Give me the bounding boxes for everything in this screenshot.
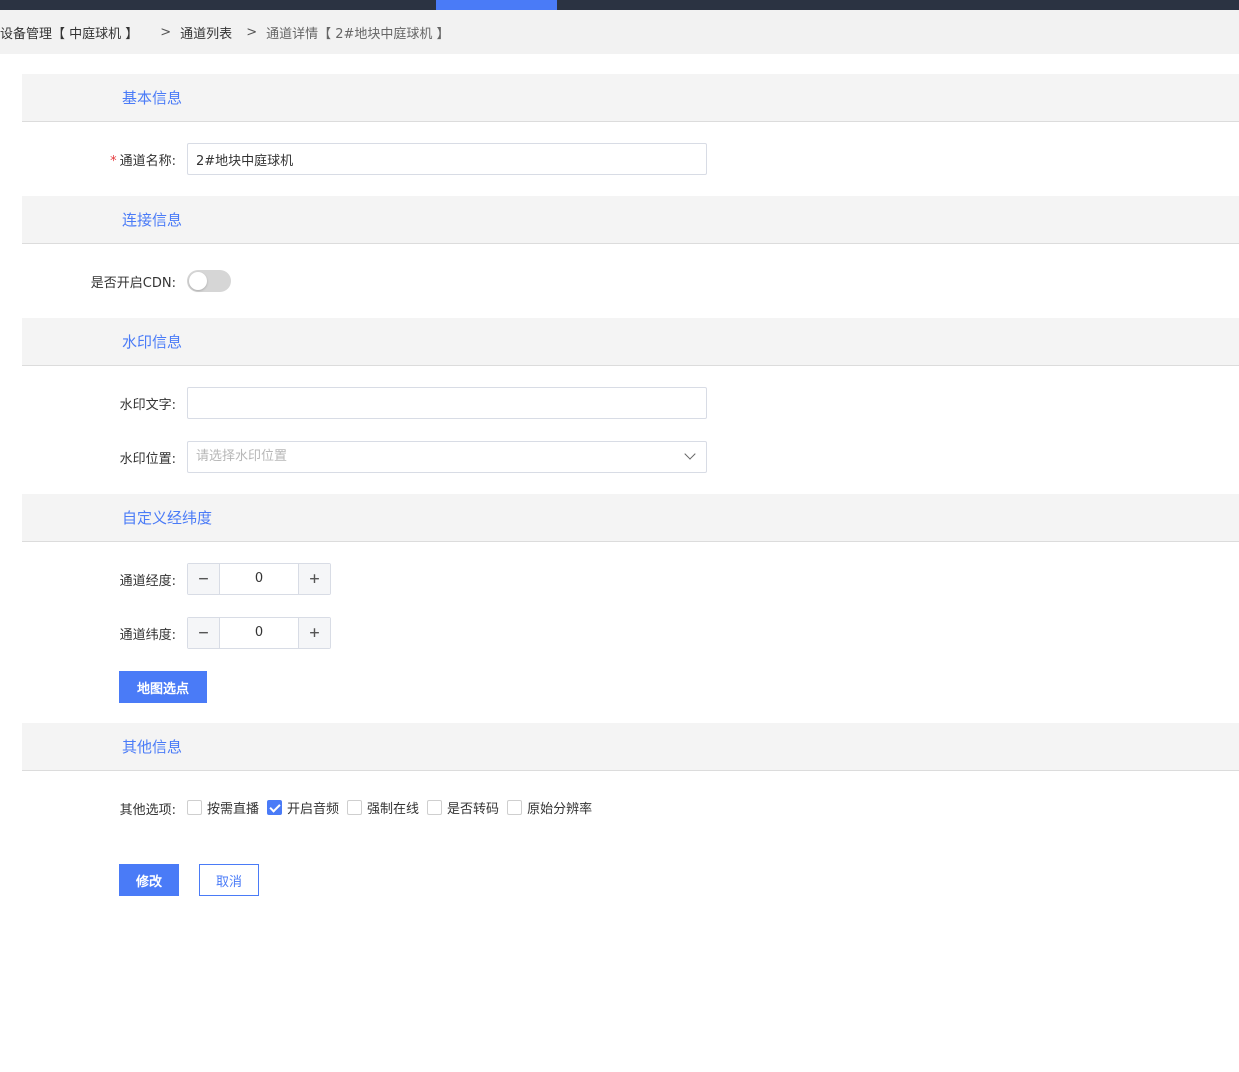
checkbox-checked[interactable] bbox=[267, 800, 283, 815]
section-connection-info: 连接信息 bbox=[22, 196, 1239, 244]
option-label: 强制在线 bbox=[367, 802, 420, 817]
latitude-stepper: − 0 + bbox=[187, 617, 331, 649]
watermark-position-select[interactable]: 请选择水印位置 bbox=[187, 441, 707, 473]
section-title: 基本信息 bbox=[122, 89, 183, 107]
section-watermark-info: 水印信息 bbox=[22, 318, 1239, 366]
cancel-button[interactable]: 取消 bbox=[199, 864, 259, 896]
channel-name-label-text: 通道名称: bbox=[119, 154, 176, 169]
latitude-label: 通道纬度: bbox=[119, 628, 176, 643]
breadcrumb-separator: > bbox=[160, 24, 172, 40]
section-title: 连接信息 bbox=[122, 211, 183, 229]
checkbox[interactable] bbox=[427, 800, 443, 815]
breadcrumb-channel-list[interactable]: 通道列表 bbox=[180, 23, 232, 42]
breadcrumb-separator: > bbox=[246, 24, 258, 40]
longitude-value[interactable]: 0 bbox=[220, 564, 298, 594]
checkbox[interactable] bbox=[187, 800, 202, 815]
option-transcode[interactable]: 是否转码 bbox=[427, 798, 499, 817]
toggle-knob bbox=[189, 272, 207, 290]
option-label: 原始分辨率 bbox=[527, 802, 593, 817]
longitude-decrement-button[interactable]: − bbox=[188, 564, 220, 594]
option-on-demand-live[interactable]: 按需直播 bbox=[187, 798, 259, 817]
required-mark: * bbox=[110, 154, 117, 169]
top-nav-active-tab[interactable] bbox=[436, 0, 557, 10]
other-options-group: 按需直播 开启音频 强制在线 是否转码 原始分辨率 bbox=[187, 798, 600, 817]
breadcrumb: 设备管理【 中庭球机 】 > 通道列表 > 通道详情【 2#地块中庭球机 】 bbox=[0, 10, 1239, 54]
select-placeholder: 请选择水印位置 bbox=[196, 449, 288, 464]
latitude-value[interactable]: 0 bbox=[220, 618, 298, 648]
section-basic-info: 基本信息 bbox=[22, 74, 1239, 122]
section-title: 水印信息 bbox=[122, 333, 183, 351]
submit-button[interactable]: 修改 bbox=[119, 864, 179, 896]
longitude-label: 通道经度: bbox=[119, 574, 176, 589]
option-enable-audio[interactable]: 开启音频 bbox=[267, 798, 339, 817]
top-nav-bar bbox=[0, 0, 1239, 10]
latitude-decrement-button[interactable]: − bbox=[188, 618, 220, 648]
other-options-label: 其他选项: bbox=[119, 803, 176, 818]
map-pick-button[interactable]: 地图选点 bbox=[119, 671, 207, 703]
option-original-resolution[interactable]: 原始分辨率 bbox=[507, 798, 592, 817]
option-label: 开启音频 bbox=[287, 802, 340, 817]
channel-name-input[interactable] bbox=[187, 143, 707, 175]
watermark-position-label: 水印位置: bbox=[119, 452, 176, 467]
section-title: 自定义经纬度 bbox=[122, 509, 213, 527]
breadcrumb-channel-detail: 通道详情【 2#地块中庭球机 】 bbox=[266, 26, 450, 42]
breadcrumb-device-management[interactable]: 设备管理【 中庭球机 】 bbox=[0, 23, 138, 42]
checkbox[interactable] bbox=[347, 800, 363, 815]
option-force-online[interactable]: 强制在线 bbox=[347, 798, 419, 817]
longitude-stepper: − 0 + bbox=[187, 563, 331, 595]
watermark-text-input[interactable] bbox=[187, 387, 707, 419]
option-label: 是否转码 bbox=[447, 802, 500, 817]
latitude-increment-button[interactable]: + bbox=[298, 618, 330, 648]
cdn-toggle[interactable] bbox=[187, 270, 231, 292]
watermark-text-label: 水印文字: bbox=[119, 398, 176, 413]
section-custom-coords: 自定义经纬度 bbox=[22, 494, 1239, 542]
channel-name-label: * 通道名称: bbox=[0, 150, 176, 169]
longitude-increment-button[interactable]: + bbox=[298, 564, 330, 594]
section-other-info: 其他信息 bbox=[22, 723, 1239, 771]
checkbox[interactable] bbox=[507, 800, 523, 815]
cdn-label: 是否开启CDN: bbox=[90, 276, 176, 291]
option-label: 按需直播 bbox=[207, 802, 260, 817]
section-title: 其他信息 bbox=[122, 738, 183, 756]
chevron-down-icon bbox=[684, 448, 696, 460]
